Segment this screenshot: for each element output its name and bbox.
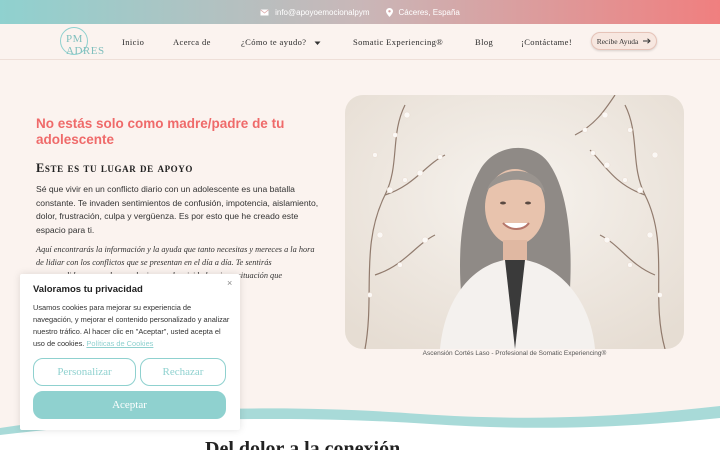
recibe-ayuda-label: Recibe Ayuda [596,36,639,46]
nav-acerca-de[interactable]: Acerca de [173,37,211,47]
arrow-right-icon [643,38,652,44]
nav-inicio[interactable]: Inicio [122,37,144,47]
chevron-down-icon [314,41,321,45]
location-text: Cáceres, España [398,7,460,17]
site-header: PM ADRES Inicio Acerca de ¿Cómo te ayudo… [0,24,720,60]
location-pin-icon [385,7,393,17]
hero-photo [345,95,684,349]
cookie-consent-dialog: Valoramos tu privacidad × Usamos cookies… [20,274,240,430]
hero-paragraph: Sé que vivir en un conflicto diario con … [36,184,319,235]
nav-somatic-experiencing[interactable]: Somatic Experiencing® [353,37,443,47]
close-icon[interactable]: × [227,278,232,288]
hero-subtitle: Este es tu lugar de apoyo [36,161,193,175]
cookie-policy-link[interactable]: Políticas de Cookies [86,339,153,348]
location-contact: Cáceres, España [385,7,460,17]
portrait-illustration [345,95,684,349]
recibe-ayuda-button[interactable]: Recibe Ayuda [591,32,657,50]
personalizar-button[interactable]: Personalizar [33,358,136,386]
nav-blog[interactable]: Blog [475,37,493,47]
nav-como-te-ayudo[interactable]: ¿Cómo te ayudo? [241,37,321,47]
photo-caption: Ascensión Cortés Laso - Profesional de S… [422,350,607,357]
cookie-title: Valoramos tu privacidad [33,284,143,295]
logo-text: PM ADRES [66,33,105,57]
top-contact-bar: info@apoyoemocionalpym Cáceres, España [0,0,720,24]
section-title: Del dolor a la conexión [205,438,401,450]
mail-icon [260,8,269,15]
site-logo[interactable]: PM ADRES [60,27,108,57]
nav-como-te-ayudo-label: ¿Cómo te ayudo? [241,37,307,47]
email-contact[interactable]: info@apoyoemocionalpym [260,8,370,17]
aceptar-button[interactable]: Aceptar [33,391,226,419]
nav-contactame[interactable]: ¡Contáctame! [521,37,572,47]
rechazar-button[interactable]: Rechazar [140,358,226,386]
email-text[interactable]: info@apoyoemocionalpym [275,8,369,17]
cookie-text: Usamos cookies para mejorar su experienc… [33,302,233,350]
hero-title: No estás solo como madre/padre de tu ado… [36,116,285,147]
